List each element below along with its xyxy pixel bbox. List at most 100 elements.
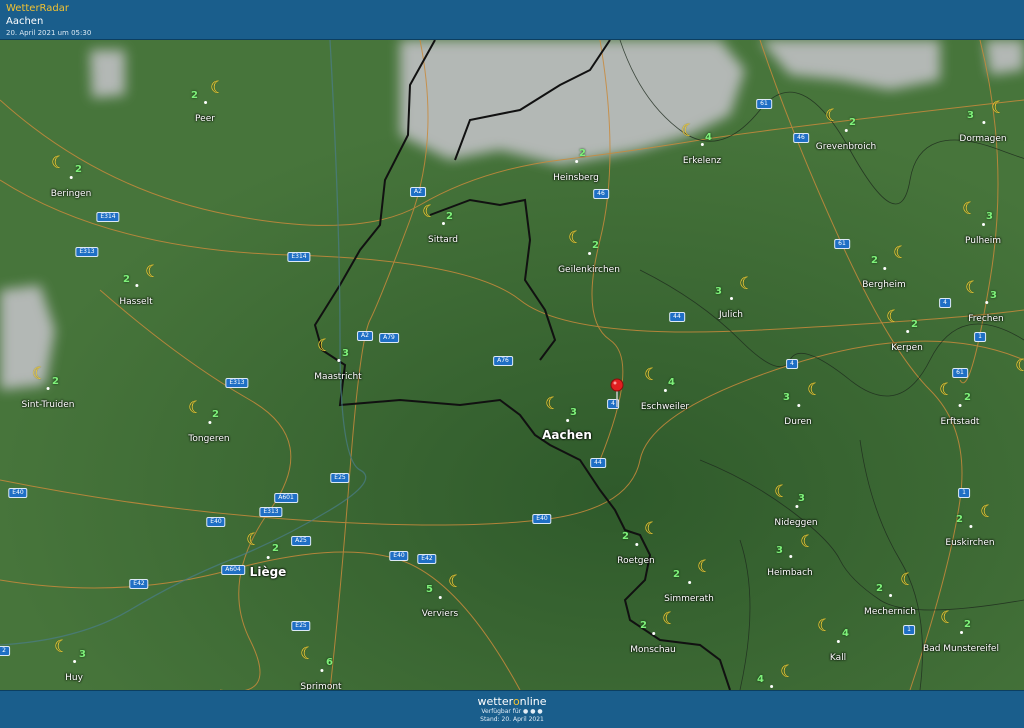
location-pin-icon[interactable] [610,378,624,408]
moon-icon: ☾ [774,482,790,502]
city-label: Eschweiler [640,402,690,412]
moon-icon: ☾ [300,644,316,664]
city-label: Grevenbroich [815,142,877,152]
city-label: Pulheim [965,236,1001,246]
moon-icon: ☾ [32,364,48,384]
city-marker[interactable]: Sint-Truiden [22,387,74,411]
road-shield: A2 [357,331,373,341]
city-label: Julich [718,310,744,320]
city-marker[interactable]: Huy [65,660,83,684]
city-marker[interactable]: Julich [718,297,744,321]
road-shield: E25 [330,473,350,483]
road-shield: A25 [291,536,311,546]
city-marker[interactable]: Erkelenz [683,143,721,167]
location-title[interactable]: Aachen [6,15,1018,28]
moon-icon: ☾ [807,380,823,400]
city-marker[interactable]: Nideggen [774,505,818,529]
city-dot [788,555,792,558]
brand-logo[interactable]: wetteronline [0,695,1024,708]
city-dot [729,297,733,300]
city-marker[interactable]: Erftstadt [940,404,980,428]
wind-value: 3 [715,286,722,297]
city-marker[interactable]: Bergheim [862,267,906,291]
moon-icon: ☾ [644,519,660,539]
wind-value: 2 [123,274,130,285]
city-marker[interactable]: Monschau [630,632,676,656]
wind-value: 2 [191,90,198,101]
city-label: Nideggen [774,518,818,528]
city-marker[interactable]: Heimbach [767,555,813,579]
city-marker[interactable]: Mechernich [864,594,916,618]
road-shield: 1 [903,625,915,635]
city-dot [769,685,773,688]
road-shield: E313 [259,507,283,517]
city-marker[interactable]: Verviers [422,596,458,620]
city-marker[interactable]: Eschweiler [640,389,690,413]
city-label: Erftstadt [940,417,980,427]
road-shield: 44 [590,458,606,468]
wind-value: 2 [52,376,59,387]
road-shield: A2 [410,187,426,197]
city-marker[interactable]: Kerpen [891,330,923,354]
wind-value: 2 [964,392,971,403]
footer-bar: wetteronline Verfügbar für ● ● ● Stand: … [0,690,1024,728]
city-marker[interactable]: Liège [249,556,287,580]
app-title: WetterRadar [6,3,70,14]
moon-icon: ☾ [940,608,956,628]
road-shield: A601 [274,493,298,503]
wind-value: 3 [986,211,993,222]
moon-icon: ☾ [422,202,438,222]
road-shield: A76 [493,356,513,366]
city-label: Heimbach [767,568,813,578]
city-marker[interactable]: Beringen [51,176,91,200]
city-marker[interactable]: Peer [195,101,215,125]
city-marker[interactable]: Tongeren [188,421,230,445]
city-label: Maastricht [314,372,362,382]
city-dot [906,330,909,333]
road-shield: E313 [75,247,99,257]
moon-icon: ☾ [980,502,996,522]
road-shield: E314 [287,252,311,262]
wind-value: 2 [964,619,971,630]
wind-value: 4 [757,674,764,685]
city-label: Mechernich [864,607,916,617]
moon-icon: ☾ [697,557,713,577]
city-marker[interactable]: Kall [830,640,846,664]
city-marker[interactable]: Roetgen [617,543,655,567]
city-marker[interactable]: Euskirchen [945,525,995,549]
city-label: Liège [249,565,287,579]
radar-map[interactable]: ☾ 2 ☾ 2 ☾ 2 ☾ 2 ☾ 2 ☾ 3 ☾ 2 2 ☾ 4 ☾ 2 ☾ 3 ☾ 2 ☾ 2 ☾ 3 ☾ 3 ☾ 2 ☾ 3 ☾ 4 ☾ 3 ☾ 3 ☾… [0,40,1024,690]
city-label: Heinsberg [553,173,599,183]
wind-value: 6 [326,657,333,668]
city-label: Monschau [630,645,676,655]
moon-icon: ☾ [886,307,902,327]
city-label: Bad Munstereifel [923,644,999,654]
city-marker[interactable]: Frechen [968,301,1004,325]
city-marker[interactable]: Aachen [542,419,592,443]
city-marker[interactable]: Sittard [428,222,458,246]
city-marker[interactable]: Heinsberg [553,160,599,184]
moon-icon: ☾ [568,228,584,248]
moon-icon: ☾ [991,98,1007,118]
city-marker[interactable]: Simmerath [664,581,714,605]
city-marker[interactable]: Sprimont [300,669,342,690]
road-shield: A604 [221,565,245,575]
wind-value: 2 [212,409,219,420]
wind-value: 3 [79,649,86,660]
city-label: Euskirchen [945,538,995,548]
city-marker[interactable]: Bad Munstereifel [923,631,999,655]
city-marker[interactable]: Pulheim [965,223,1001,247]
city-marker[interactable]: Hasselt [119,284,153,308]
city-dot [795,505,798,508]
city-dot [981,223,985,226]
moon-icon: ☾ [210,78,226,98]
city-marker[interactable]: Geilenkirchen [558,252,620,276]
city-marker[interactable]: Maastricht [314,359,362,383]
city-marker[interactable]: Dormagen [959,121,1007,145]
wind-value: 2 [871,255,878,266]
road-shield: E42 [417,554,437,564]
city-marker[interactable]: Grevenbroich [815,129,877,153]
city-marker[interactable]: Duren [784,404,812,428]
timestamp: 20. April 2021 um 05:30 [6,29,92,37]
city-label: Roetgen [617,556,655,566]
